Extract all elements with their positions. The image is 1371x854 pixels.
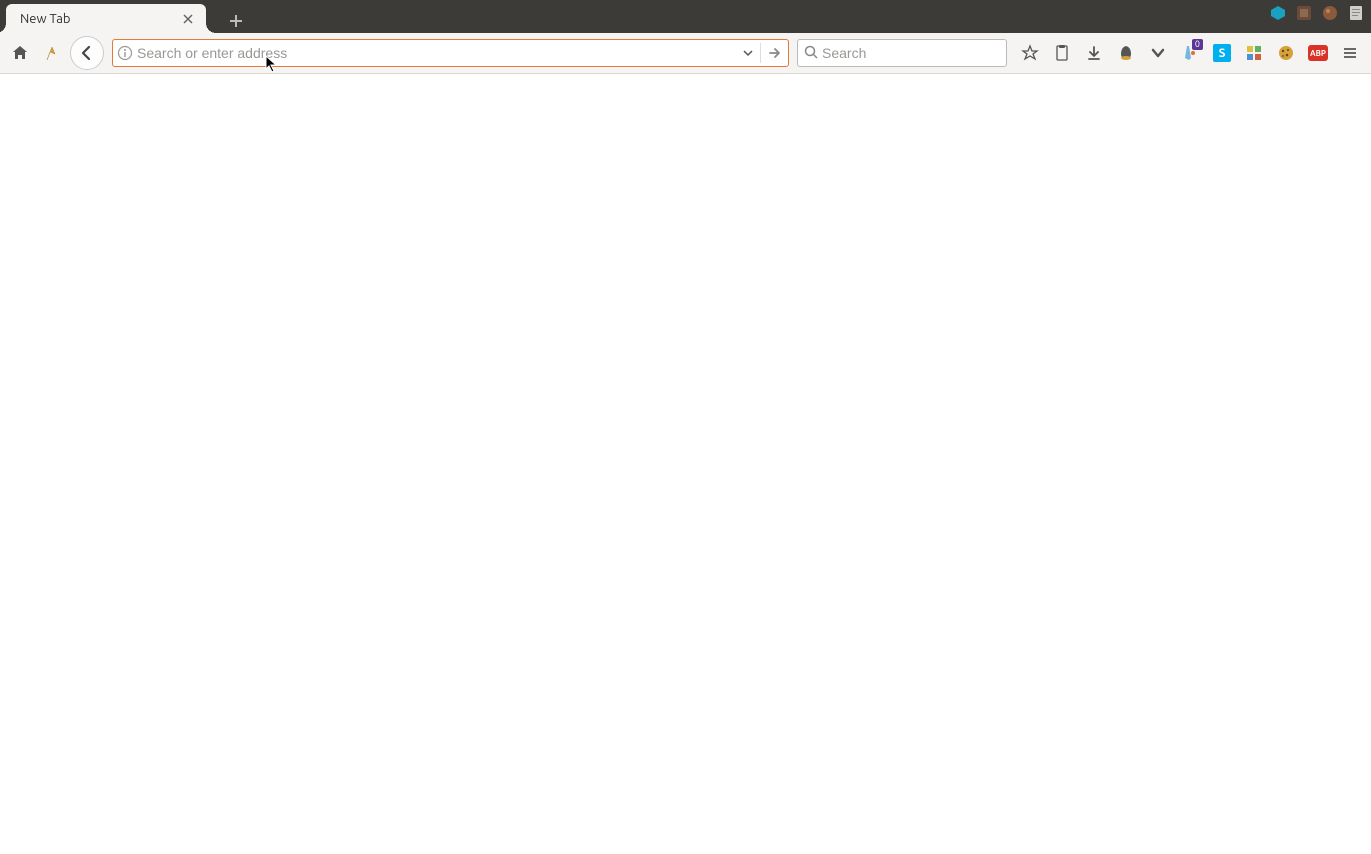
downloads-button[interactable] bbox=[1079, 39, 1109, 67]
site-info-icon[interactable] bbox=[113, 45, 137, 61]
extension-cookie-icon[interactable] bbox=[1271, 39, 1301, 67]
extension-colorful-icon[interactable] bbox=[1239, 39, 1269, 67]
search-input[interactable] bbox=[822, 40, 1003, 66]
tab-strip: New Tab bbox=[0, 0, 1371, 33]
tray-app-icon-2[interactable] bbox=[1321, 4, 1339, 22]
pocket-button[interactable] bbox=[1143, 39, 1173, 67]
search-icon bbox=[804, 45, 818, 62]
extension-abp-icon[interactable]: ABP bbox=[1303, 39, 1333, 67]
url-input[interactable] bbox=[137, 40, 736, 66]
extension-stylish-icon[interactable]: 0 bbox=[1175, 39, 1205, 67]
close-tab-icon[interactable] bbox=[180, 11, 196, 27]
hamburger-menu-button[interactable] bbox=[1335, 39, 1365, 67]
reading-list-button[interactable] bbox=[1047, 39, 1077, 67]
tab-title: New Tab bbox=[20, 12, 180, 26]
home-button[interactable] bbox=[6, 39, 34, 67]
system-tray bbox=[1269, 4, 1365, 22]
bookmark-star-button[interactable] bbox=[1015, 39, 1045, 67]
go-button[interactable] bbox=[760, 43, 788, 63]
extension-skype-icon[interactable]: S bbox=[1207, 39, 1237, 67]
page-content bbox=[0, 74, 1371, 854]
nav-toolbar: 0 S ABP bbox=[0, 33, 1371, 74]
new-tab-button[interactable] bbox=[222, 9, 250, 33]
bookmark-app-icon[interactable] bbox=[38, 39, 66, 67]
tray-app-icon-1[interactable] bbox=[1295, 4, 1313, 22]
url-bar[interactable] bbox=[112, 39, 789, 67]
notification-badge: 0 bbox=[1192, 39, 1203, 50]
extension-gnome-icon[interactable] bbox=[1111, 39, 1141, 67]
back-button[interactable] bbox=[70, 36, 104, 70]
browser-tab[interactable]: New Tab bbox=[6, 4, 206, 33]
tray-network-icon[interactable] bbox=[1269, 4, 1287, 22]
toolbar-right: 0 S ABP bbox=[1015, 39, 1365, 67]
tray-clipboard-icon[interactable] bbox=[1347, 4, 1365, 22]
search-bar[interactable] bbox=[797, 39, 1007, 67]
url-dropdown-icon[interactable] bbox=[736, 47, 760, 59]
